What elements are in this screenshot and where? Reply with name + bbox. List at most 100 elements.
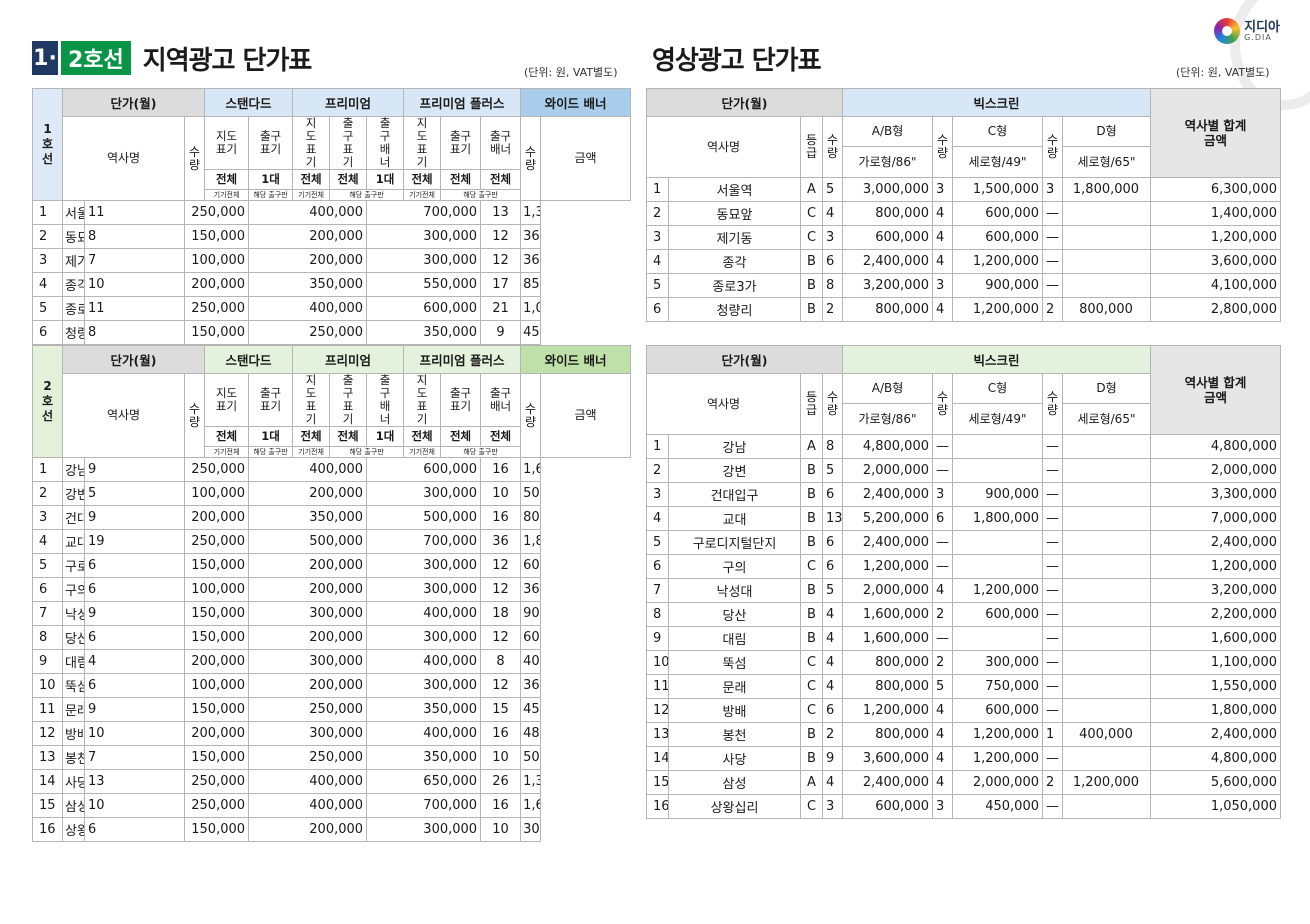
premium-price: 400,000 — [248, 793, 368, 818]
premium-price: 200,000 — [248, 577, 368, 602]
ab-price: 800,000 — [842, 674, 933, 699]
ab-qty: 6 — [822, 554, 843, 579]
station-name: 서울역 — [668, 177, 801, 202]
table-row: 5종로3가11250,000400,000600,000211,050,000 — [32, 296, 631, 321]
table-row: 14사당13250,000400,000650,000261,300,000 — [32, 769, 631, 794]
c-qty: 3 — [932, 794, 953, 819]
row-number: 3 — [32, 248, 63, 273]
premium-price: 300,000 — [248, 721, 368, 746]
row-number: 1 — [32, 200, 63, 225]
d-qty: 2 — [1042, 770, 1063, 795]
station-total: 1,600,000 — [1150, 626, 1281, 651]
standard-price: 150,000 — [183, 697, 250, 722]
wide-qty: 9 — [480, 320, 522, 345]
qty: 10 — [84, 793, 185, 818]
d-qty: — — [1042, 698, 1063, 723]
wide-qty: 12 — [480, 224, 522, 249]
ab-qty: 5 — [822, 177, 843, 202]
ab-qty: 4 — [822, 201, 843, 226]
header-qty: 수량 — [822, 373, 843, 435]
table-row: 7낙성대9150,000300,000400,00018900,000 — [32, 601, 631, 626]
station-name: 동묘앞 — [62, 224, 85, 249]
table-row: 8 당산 B 4 1,600,000 2 600,000— 2,200,000 — [646, 602, 1281, 627]
station-total: 6,300,000 — [1150, 177, 1281, 202]
c-qty: 4 — [932, 698, 953, 723]
row-number: 5 — [32, 296, 63, 321]
station-name: 강남 — [668, 434, 801, 459]
header-scope: 1대 — [366, 426, 405, 447]
c-price: 1,200,000 — [952, 746, 1043, 771]
wide-amount: 400,000 — [520, 649, 542, 674]
header-c-qty: 수량 — [932, 116, 953, 178]
wide-qty: 8 — [480, 649, 522, 674]
header-exit: 출구 표기 — [329, 373, 368, 427]
left-table-line2: 2 호 선 단가(월) 스탠다드 프리미엄 프리미엄 플러스 와이드 배너 역사명 수량 지도 … — [32, 345, 632, 842]
d-price — [1062, 698, 1151, 723]
d-price — [1062, 578, 1151, 603]
wide-qty: 12 — [480, 673, 522, 698]
premium-plus-price: 350,000 — [366, 745, 482, 770]
standard-price: 250,000 — [183, 296, 250, 321]
premium-plus-price: 300,000 — [366, 817, 482, 842]
station-total: 4,800,000 — [1150, 434, 1281, 459]
wide-amount: 480,000 — [520, 721, 542, 746]
station-total: 2,400,000 — [1150, 722, 1281, 747]
premium-plus-price: 600,000 — [366, 457, 482, 482]
premium-plus-price: 350,000 — [366, 697, 482, 722]
standard-price: 150,000 — [183, 745, 250, 770]
station-total: 5,600,000 — [1150, 770, 1281, 795]
size-c: 세로형/49" — [952, 403, 1043, 435]
station-total: 1,200,000 — [1150, 225, 1281, 250]
wide-amount: 450,000 — [520, 697, 542, 722]
line-side-label: 1 호 선 — [32, 88, 63, 201]
d-price — [1062, 506, 1151, 531]
grade: C — [800, 650, 823, 675]
ab-price: 800,000 — [842, 201, 933, 226]
c-qty: 4 — [932, 746, 953, 771]
header-map: 지도 표기 — [292, 116, 331, 170]
header-exit-banner: 출구 배너 — [480, 116, 522, 170]
header-d: D형 — [1062, 373, 1151, 404]
station-name: 교대 — [668, 506, 801, 531]
header-total: 역사별 합계 금액 — [1150, 88, 1281, 178]
row-number: 6 — [646, 297, 669, 322]
c-price: 1,200,000 — [952, 297, 1043, 322]
qty: 9 — [84, 697, 185, 722]
table-row: 6 구의 C 6 1,200,000— —1,200,000 — [646, 554, 1281, 579]
c-price — [952, 530, 1043, 555]
header-scope: 전체 — [403, 426, 442, 447]
qty: 13 — [84, 769, 185, 794]
grade: B — [800, 626, 823, 651]
station-total: 1,050,000 — [1150, 794, 1281, 819]
note-all: 기기전체 — [403, 189, 442, 201]
qty: 11 — [84, 296, 185, 321]
c-price: 1,800,000 — [952, 506, 1043, 531]
header-station: 역사명 — [62, 116, 185, 201]
wide-amount: 600,000 — [520, 553, 542, 578]
grade: A — [800, 434, 823, 459]
station-name: 낙성대 — [668, 578, 801, 603]
ab-qty: 6 — [822, 482, 843, 507]
d-price — [1062, 201, 1151, 226]
wide-amount: 1,050,000 — [520, 296, 542, 321]
grade: B — [800, 482, 823, 507]
c-qty: 6 — [932, 506, 953, 531]
table-row: 1서울역11250,000400,000700,000131,300,000 — [32, 200, 631, 225]
header-exit-banner: 출구 배너 — [366, 116, 405, 170]
premium-plus-price: 300,000 — [366, 248, 482, 273]
station-name: 상왕십리 — [668, 794, 801, 819]
ab-qty: 4 — [822, 770, 843, 795]
premium-price: 200,000 — [248, 481, 368, 506]
c-qty: 3 — [932, 177, 953, 202]
station-name: 강남 — [62, 457, 85, 482]
premium-price: 300,000 — [248, 601, 368, 626]
ab-price: 3,600,000 — [842, 746, 933, 771]
c-qty: 4 — [932, 770, 953, 795]
table-row: 6 청량리 B 2 800,000 4 1,200,000 2 800,000 2,800,000 — [646, 297, 1281, 322]
premium-plus-price: 350,000 — [366, 320, 482, 345]
station-name: 삼성 — [668, 770, 801, 795]
c-price: 1,500,000 — [952, 177, 1043, 202]
wide-qty: 26 — [480, 769, 522, 794]
d-qty: — — [1042, 794, 1063, 819]
grade: C — [800, 201, 823, 226]
